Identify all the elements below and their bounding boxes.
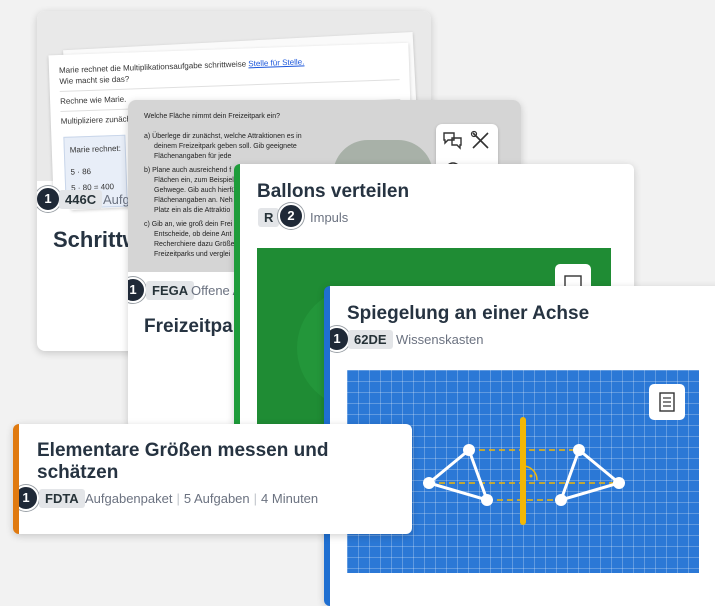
card-title: Ballons verteilen <box>257 181 410 202</box>
chat-icon <box>443 132 462 150</box>
ws-text: Wie macht sie das? <box>59 74 130 86</box>
ws-link[interactable]: Stelle für Stelle. <box>248 57 304 68</box>
card-meta: Aufgabenpaket | 5 Aufgaben | 4 Minuten <box>85 491 319 506</box>
ws-text: Multipliziere zunäch <box>60 114 132 126</box>
book-icon <box>659 392 675 412</box>
card-code: 62DE <box>348 330 393 349</box>
card-title: Schrittw <box>53 227 140 252</box>
ws-text: 5 · 86 <box>70 166 92 177</box>
badge-number: 1 <box>37 186 61 212</box>
badge-number: 1 <box>19 485 39 511</box>
ws-text: a) Überlege dir zunächst, welche Attrakt… <box>144 133 302 140</box>
card-duration: 4 Minuten <box>261 491 319 506</box>
card-code: FDTA <box>39 489 85 508</box>
badge-number: 1 <box>330 326 350 352</box>
tools-icon <box>470 130 489 149</box>
card-code: FEGA <box>146 281 195 300</box>
badge-number: 1 <box>128 277 146 303</box>
card-type: Aufg <box>103 192 130 207</box>
card-type: Wissenskasten <box>396 332 484 347</box>
card-title-line1: Elementare Größen messen und <box>37 440 329 461</box>
ws-text: deinem Freizeitpark geben soll. Gib geei… <box>154 143 297 150</box>
card-title: Spiegelung an einer Achse <box>347 303 590 324</box>
card-type: Aufgabenpaket <box>85 491 173 506</box>
card-type: Impuls <box>310 210 349 225</box>
ws-text: Marie rechnet die Multiplikationsaufgabe… <box>58 59 247 75</box>
ws-text: Rechne wie Marie. <box>59 94 127 106</box>
card-tasks: 5 Aufgaben <box>183 491 250 506</box>
ws-text: Marie rechnet: <box>69 143 122 155</box>
card-title-line2: schätzen <box>37 462 119 483</box>
card-elementare[interactable]: Elementare Größen messen und schätzen 1 … <box>13 424 412 534</box>
book-icon-button[interactable] <box>649 384 685 420</box>
ws-text: Flächenangaben für jede <box>154 153 232 160</box>
card-code: 446C <box>59 190 103 209</box>
ws-text: Welche Fläche nimmt dein Freizeitpark ei… <box>144 113 281 120</box>
card-title: Freizeitpar <box>144 316 241 337</box>
badge-number: 2 <box>278 203 304 229</box>
card-code: R <box>258 208 280 227</box>
